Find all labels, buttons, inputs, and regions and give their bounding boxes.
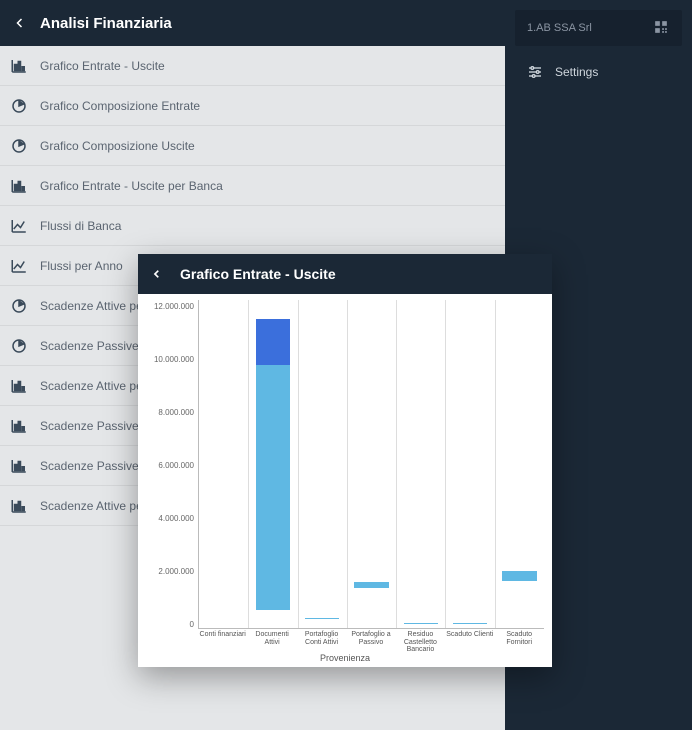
bar-segment <box>354 582 388 589</box>
bar-chart-icon <box>8 415 30 437</box>
x-tick-label: Conti finanziari <box>198 629 247 651</box>
bar-slot <box>298 300 347 628</box>
sliders-icon <box>515 64 555 80</box>
settings-button[interactable]: Settings <box>515 64 682 80</box>
line-chart-icon <box>8 255 30 277</box>
line-chart-icon <box>8 215 30 237</box>
dialog-back-icon[interactable] <box>150 267 164 281</box>
dialog-header: Grafico Entrate - Uscite <box>138 254 552 294</box>
main-header: Analisi Finanziaria <box>0 0 505 46</box>
page-title: Analisi Finanziaria <box>40 15 172 32</box>
menu-item-label: Grafico Composizione Entrate <box>40 99 200 113</box>
y-tick: 2.000.000 <box>158 567 194 576</box>
y-tick: 10.000.000 <box>154 355 194 364</box>
bar-chart-icon <box>8 375 30 397</box>
menu-item[interactable]: Grafico Composizione Uscite <box>0 126 505 166</box>
bar-chart-icon <box>8 495 30 517</box>
pie-chart-icon <box>8 95 30 117</box>
bar-slot <box>445 300 494 628</box>
pie-chart-icon <box>8 335 30 357</box>
bar-slot <box>248 300 297 628</box>
y-tick: 6.000.000 <box>158 461 194 470</box>
chart-dialog: Grafico Entrate - Uscite 12.000.000 10.00… <box>138 254 552 667</box>
pie-chart-icon <box>8 295 30 317</box>
settings-label: Settings <box>555 65 598 79</box>
menu-item-label: Flussi per Anno <box>40 259 123 273</box>
menu-item[interactable]: Grafico Entrate - Uscite per Banca <box>0 166 505 206</box>
x-tick-label: Portafoglio Conti Attivi <box>297 629 346 651</box>
bar <box>256 319 290 628</box>
menu-item-label: Flussi di Banca <box>40 219 121 233</box>
menu-item[interactable]: Flussi di Banca <box>0 206 505 246</box>
company-selector[interactable]: 1.AB SSA Srl <box>515 10 682 46</box>
menu-item[interactable]: Grafico Composizione Entrate <box>0 86 505 126</box>
x-axis: Conti finanziariDocumenti AttiviPortafog… <box>198 629 544 651</box>
bar-slot <box>347 300 396 628</box>
bar-segment <box>502 571 536 581</box>
y-tick: 12.000.000 <box>154 302 194 311</box>
bar-segment <box>256 365 290 610</box>
x-tick-label: Documenti Attivi <box>247 629 296 651</box>
x-tick-label: Residuo Castelletto Bancario <box>396 629 445 651</box>
y-tick: 0 <box>190 620 194 629</box>
x-axis-title: Provenienza <box>146 651 544 663</box>
bar-slot <box>495 300 544 628</box>
bar <box>502 571 536 628</box>
y-axis: 12.000.000 10.000.000 8.000.000 6.000.000 4.… <box>146 300 198 651</box>
bar <box>404 623 438 628</box>
x-tick-label: Portafoglio a Passivo <box>346 629 395 651</box>
company-label: 1.AB SSA Srl <box>527 22 592 34</box>
qr-icon <box>654 20 670 36</box>
bar <box>305 618 339 628</box>
bar-chart-icon <box>8 175 30 197</box>
menu-item[interactable]: Grafico Entrate - Uscite <box>0 46 505 86</box>
bar <box>453 623 487 628</box>
pie-chart-icon <box>8 135 30 157</box>
bar-segment <box>256 319 290 365</box>
y-tick: 4.000.000 <box>158 514 194 523</box>
chart-container: 12.000.000 10.000.000 8.000.000 6.000.000 4.… <box>138 294 552 667</box>
menu-item-label: Grafico Entrate - Uscite per Banca <box>40 179 223 193</box>
chart-plot <box>198 300 544 629</box>
x-tick-label: Scaduto Clienti <box>445 629 494 651</box>
dialog-title: Grafico Entrate - Uscite <box>180 266 336 282</box>
bar-slot <box>199 300 248 628</box>
y-tick: 8.000.000 <box>158 408 194 417</box>
back-icon[interactable] <box>12 15 28 31</box>
bar-slot <box>396 300 445 628</box>
menu-item-label: Grafico Entrate - Uscite <box>40 59 165 73</box>
bar-chart-icon <box>8 455 30 477</box>
x-tick-label: Scaduto Fornitori <box>495 629 544 651</box>
bar <box>354 582 388 628</box>
menu-item-label: Grafico Composizione Uscite <box>40 139 195 153</box>
bar-chart-icon <box>8 55 30 77</box>
